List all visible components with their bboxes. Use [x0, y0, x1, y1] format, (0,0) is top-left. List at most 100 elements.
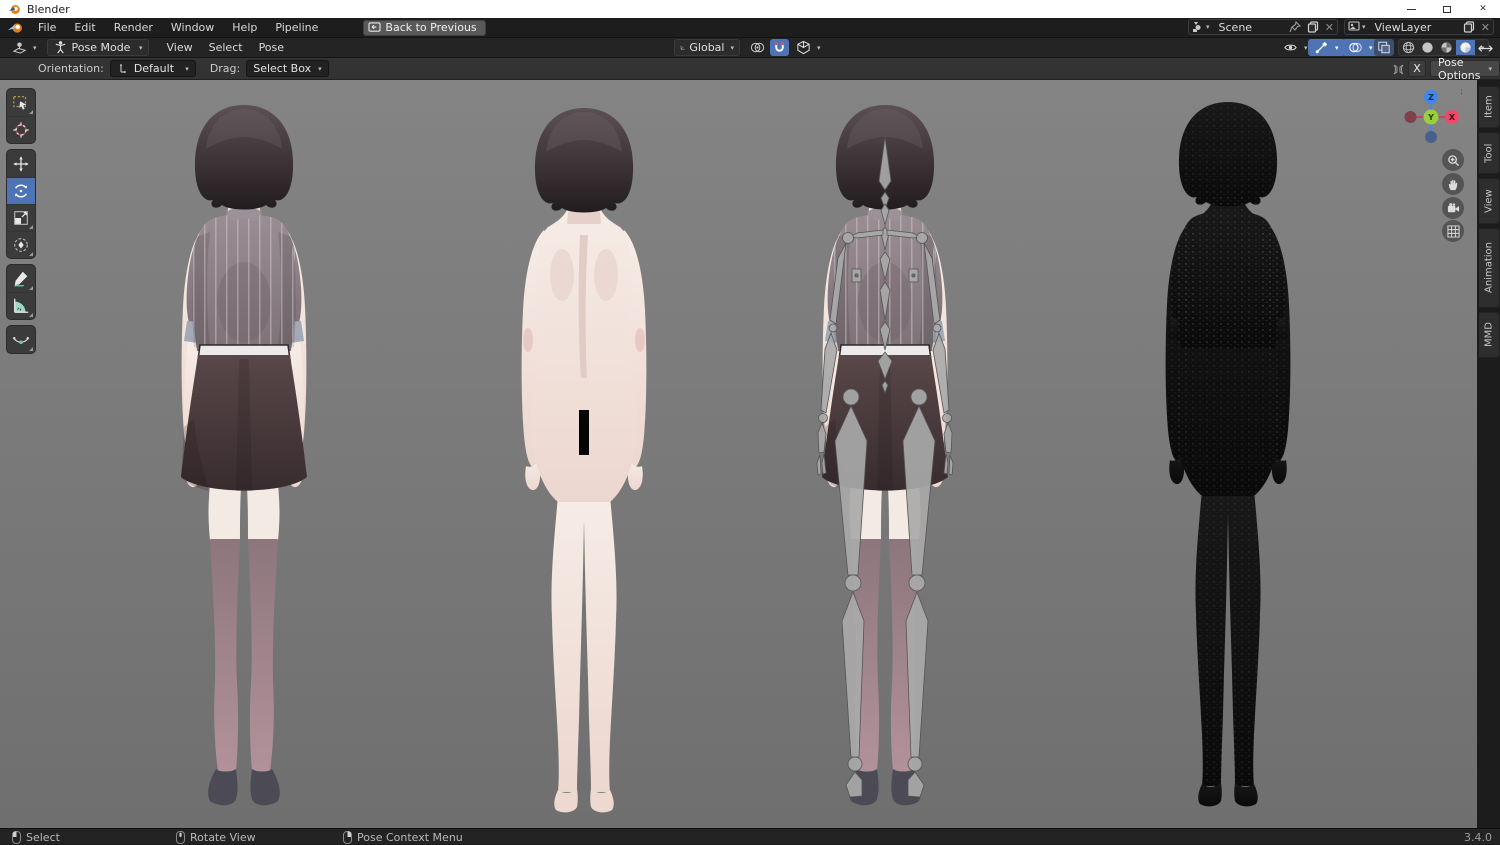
mirror-icon	[1393, 64, 1404, 75]
tool-transform[interactable]	[7, 231, 35, 258]
tab-item[interactable]: Item	[1479, 86, 1500, 128]
editor-type-button[interactable]: ▾	[6, 39, 43, 56]
view-menu[interactable]: View	[159, 41, 201, 54]
wireframe-sphere-icon	[1402, 41, 1415, 54]
pose-options-dropdown[interactable]: Pose Options ▾	[1430, 56, 1500, 82]
zoom-button[interactable]	[1442, 149, 1464, 171]
navigation-gizmo[interactable]: Z X Y	[1403, 89, 1459, 145]
axis-x-label: X	[1449, 113, 1456, 122]
menu-edit[interactable]: Edit	[65, 18, 104, 38]
scene-copy-icon[interactable]	[1304, 20, 1322, 34]
viewlayer-browse-icon[interactable]: ▾	[1345, 20, 1369, 34]
zoom-icon	[1447, 154, 1459, 166]
pose-mode-icon	[55, 41, 65, 54]
model-wireframe-dark[interactable]	[1128, 94, 1328, 809]
viewlayer-selector[interactable]: ▾ ViewLayer ✕	[1344, 19, 1494, 35]
select-menu[interactable]: Select	[201, 41, 251, 54]
xray-toggle[interactable]	[1374, 39, 1394, 56]
material-sphere-icon	[1441, 42, 1452, 53]
tool-pose-breakdowner[interactable]	[7, 326, 35, 353]
orientation-value: Global	[689, 41, 725, 54]
tool-scale[interactable]	[7, 204, 35, 231]
tool-measure[interactable]	[7, 292, 35, 319]
3d-viewport[interactable]: : Z X Y	[0, 80, 1500, 828]
shading-solid-button[interactable]	[1418, 40, 1437, 55]
scene-selector[interactable]: ▾ Scene ✕	[1188, 19, 1338, 35]
model-body-nude[interactable]	[484, 100, 684, 815]
camera-view-button[interactable]	[1442, 197, 1464, 219]
orientation-default-icon	[119, 63, 126, 73]
tool-rotate[interactable]	[7, 177, 35, 204]
gizmos-dropdown[interactable]: ▾	[1308, 39, 1345, 56]
eye-icon	[1284, 44, 1297, 51]
scene-name[interactable]: Scene	[1213, 21, 1286, 34]
sidebar-tabstrip: Item Tool View Animation MMD	[1477, 80, 1500, 828]
transform-orientation-dropdown[interactable]: Global ▾	[674, 39, 740, 56]
tab-mmd[interactable]: MMD	[1479, 312, 1500, 358]
pan-button[interactable]	[1442, 173, 1464, 195]
mouse-left-icon	[12, 830, 21, 844]
blender-logo-icon	[8, 4, 20, 14]
pin-icon[interactable]	[1286, 20, 1304, 34]
tool-select-box[interactable]	[7, 89, 35, 116]
axis-z-label: Z	[1428, 93, 1434, 102]
orientation-default-value: Default	[133, 62, 175, 75]
menu-render[interactable]: Render	[105, 18, 162, 38]
minimize-button[interactable]	[1394, 0, 1428, 18]
viewlayer-copy-icon[interactable]	[1460, 20, 1478, 34]
viewlayer-remove-icon[interactable]: ✕	[1478, 20, 1493, 34]
hint-rotate-view: Rotate View	[176, 829, 256, 845]
snap-toggle[interactable]	[770, 39, 789, 56]
mode-selector[interactable]: Pose Mode ▾	[46, 39, 149, 56]
tool-annotate[interactable]	[7, 265, 35, 292]
statusbar: Select Rotate View Pose Context Menu 3.4…	[0, 828, 1500, 844]
axis-minus-z-ball	[1425, 131, 1437, 143]
menu-help[interactable]: Help	[223, 18, 266, 38]
tool-move[interactable]	[7, 150, 35, 177]
axis-y-label: Y	[1427, 113, 1434, 122]
tab-view[interactable]: View	[1479, 178, 1500, 224]
blender-version: 3.4.0	[1464, 830, 1492, 844]
scene-unlink-icon[interactable]: ✕	[1322, 20, 1337, 34]
viewlayer-name[interactable]: ViewLayer	[1369, 21, 1460, 34]
close-button[interactable]	[1466, 0, 1500, 18]
orientation-default-dropdown[interactable]: Default ▾	[109, 60, 196, 77]
shading-mode-group: ▾	[1398, 39, 1489, 56]
region-resize-icon[interactable]	[1478, 41, 1493, 56]
scene-browse-icon[interactable]: ▾	[1189, 20, 1213, 34]
hint-pose-context-menu: Pose Context Menu	[343, 829, 463, 845]
model-clothed-with-armature[interactable]	[785, 97, 985, 812]
pose-menu[interactable]: Pose	[251, 41, 292, 54]
xray-icon	[1378, 41, 1390, 54]
overlays-icon	[1349, 42, 1362, 53]
back-to-previous-button[interactable]: Back to Previous	[363, 19, 486, 36]
hand-icon	[1448, 179, 1457, 190]
shading-rendered-button[interactable]	[1456, 40, 1475, 55]
shading-wireframe-button[interactable]	[1399, 40, 1418, 55]
snap-settings-dropdown[interactable]: ▾	[790, 39, 827, 56]
mirror-x-toggle[interactable]: X	[1408, 60, 1426, 77]
shading-material-button[interactable]	[1437, 40, 1456, 55]
tab-tool[interactable]: Tool	[1479, 132, 1500, 174]
toolbar	[6, 88, 36, 359]
viewport-editor-icon	[12, 42, 27, 54]
orientation-axes-icon	[680, 45, 685, 50]
region-options-dots[interactable]: :	[1460, 88, 1463, 97]
back-screen-icon	[368, 22, 381, 32]
menu-window[interactable]: Window	[162, 18, 223, 38]
gizmo-arrow-icon	[1315, 41, 1328, 54]
restore-button[interactable]	[1430, 0, 1464, 18]
orientation-label: Orientation:	[38, 62, 104, 75]
model-clothed-textured[interactable]	[144, 97, 344, 812]
drag-value: Select Box	[253, 62, 312, 75]
window-title: Blender	[27, 2, 70, 16]
ortho-toggle-button[interactable]	[1442, 220, 1464, 242]
tool-cursor[interactable]	[7, 116, 35, 143]
axis-minus-x-ball	[1404, 111, 1417, 123]
drag-label: Drag:	[209, 62, 241, 75]
tab-animation[interactable]: Animation	[1479, 228, 1500, 308]
blender-menu-icon[interactable]	[7, 21, 24, 35]
menu-pipeline[interactable]: Pipeline	[266, 18, 327, 38]
menu-file[interactable]: File	[29, 18, 65, 38]
drag-dropdown[interactable]: Select Box ▾	[246, 60, 329, 77]
